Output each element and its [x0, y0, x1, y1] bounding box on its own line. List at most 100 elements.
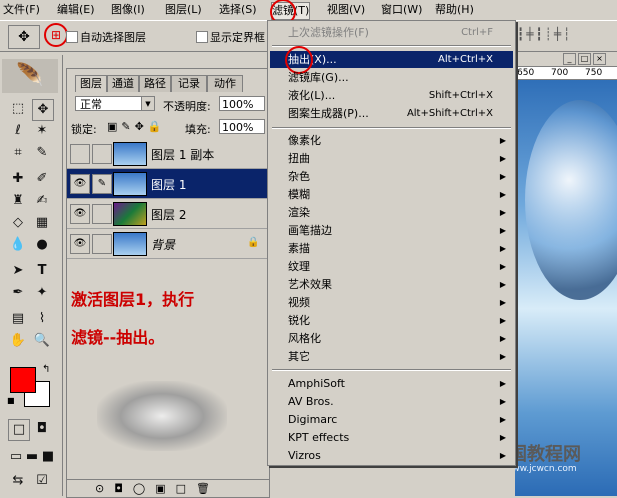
menu-item-digimarc[interactable]: Digimarc ▶	[270, 411, 513, 428]
auto-select-checkbox[interactable]	[66, 31, 78, 43]
menu-item-render[interactable]: 渲染 ▶	[270, 204, 513, 221]
menu-item-amphisoft[interactable]: AmphiSoft ▶	[270, 375, 513, 392]
layer-thumbnail	[113, 232, 147, 256]
layer-thumbnail	[113, 142, 147, 166]
layer-row-background[interactable]: 👁 背景 🔒	[67, 229, 269, 259]
annotation-line-2: 滤镜--抽出。	[71, 328, 165, 347]
ruler-label: 700	[551, 68, 569, 78]
move-tool-icon[interactable]: ✥	[32, 99, 54, 121]
fill-input[interactable]: 100%	[219, 119, 265, 134]
notes-tool-icon[interactable]: ▤	[8, 309, 28, 329]
menu-window[interactable]: 窗口(W)	[381, 2, 422, 18]
water-drop-image	[525, 100, 617, 300]
align-icons[interactable]: ┇╪┇┊╪┆	[517, 27, 613, 45]
menu-item-pattern-maker[interactable]: 图案生成器(P)... Alt+Shift+Ctrl+X	[270, 105, 513, 122]
move-tool-icon[interactable]: ✥	[8, 25, 40, 49]
jump-icon[interactable]: ☑	[32, 471, 52, 491]
menu-item-stylize[interactable]: 风格化 ▶	[270, 330, 513, 347]
brush-icon[interactable]: ✎	[92, 174, 112, 194]
menu-image[interactable]: 图像(I)	[111, 2, 145, 18]
magic-wand-icon[interactable]: ✶	[32, 121, 52, 141]
eyedropper-icon[interactable]: ⌇	[32, 309, 52, 329]
marquee-tool-icon[interactable]: ⬚	[8, 99, 28, 119]
pen-tool-icon[interactable]: ✒	[8, 283, 28, 303]
menu-bar: 文件(F) 编辑(E) 图像(I) 图层(L) 选择(S) 滤镜(T) 视图(V…	[0, 0, 617, 25]
menu-item-noise[interactable]: 杂色 ▶	[270, 168, 513, 185]
menu-item-liquify[interactable]: 液化(L)... Shift+Ctrl+X	[270, 87, 513, 104]
menu-item-video[interactable]: 视频 ▶	[270, 294, 513, 311]
layer-row-layer2[interactable]: 👁 图层 2	[67, 199, 269, 229]
layer-name: 图层 1 副本	[151, 148, 215, 162]
menu-item-artistic[interactable]: 艺术效果 ▶	[270, 276, 513, 293]
document-canvas[interactable]: _ □ × 650 700 750 中国教程网 www.jcwcn.com	[515, 52, 617, 496]
crop-tool-icon[interactable]: ⌗	[8, 143, 28, 163]
swap-colors-icon[interactable]: ↰	[42, 364, 50, 375]
chevron-down-icon[interactable]: ▼	[141, 97, 154, 110]
blur-tool-icon[interactable]: 💧	[8, 235, 28, 255]
brush-tool-icon[interactable]: ✐	[32, 169, 52, 189]
menu-item-filter-gallery[interactable]: 滤镜库(G)...	[270, 69, 513, 86]
tab-history[interactable]: 记录	[171, 75, 207, 92]
layer-row-layer1[interactable]: 👁 ✎ 图层 1	[67, 169, 269, 199]
menu-item-sketch[interactable]: 素描 ▶	[270, 240, 513, 257]
slice-tool-icon[interactable]: ✎	[32, 143, 52, 163]
default-colors-icon[interactable]: ■	[7, 396, 15, 405]
menu-item-sharpen[interactable]: 锐化 ▶	[270, 312, 513, 329]
link-toggle[interactable]	[92, 144, 112, 164]
menu-item-vizros[interactable]: Vizros ▶	[270, 447, 513, 464]
menu-select[interactable]: 选择(S)	[219, 2, 257, 18]
gradient-icon[interactable]: ▦	[32, 213, 52, 233]
maximize-icon[interactable]: □	[578, 53, 591, 65]
menu-item-distort[interactable]: 扭曲 ▶	[270, 150, 513, 167]
fill-value: 100%	[222, 121, 254, 134]
hand-tool-icon[interactable]: ✋	[8, 331, 28, 351]
menu-item-brush-strokes[interactable]: 画笔描边 ▶	[270, 222, 513, 239]
eye-icon[interactable]: 👁	[70, 204, 90, 224]
opacity-input[interactable]: 100%	[219, 96, 265, 111]
menu-layer[interactable]: 图层(L)	[165, 2, 202, 18]
minimize-icon[interactable]: _	[563, 53, 576, 65]
foreground-color-swatch[interactable]	[10, 367, 36, 393]
eye-icon[interactable]: 👁	[70, 174, 90, 194]
blend-mode-select[interactable]: 正常 ▼	[75, 96, 155, 111]
type-tool-icon[interactable]: T	[32, 261, 52, 281]
menu-item-kpt-effects[interactable]: KPT effects ▶	[270, 429, 513, 446]
tab-paths[interactable]: 路径	[139, 75, 171, 92]
dodge-tool-icon[interactable]: ●	[32, 235, 52, 255]
layer-name: 背景	[151, 238, 176, 252]
layer-thumbnail	[113, 202, 147, 226]
menu-item-other[interactable]: 其它 ▶	[270, 348, 513, 365]
visibility-toggle[interactable]	[70, 144, 90, 164]
screen-mode-3-icon[interactable]: ■	[38, 447, 58, 467]
menu-item-texture[interactable]: 纹理 ▶	[270, 258, 513, 275]
tab-channels[interactable]: 通道	[107, 75, 139, 92]
menu-item-pixelate[interactable]: 像素化 ▶	[270, 132, 513, 149]
tab-layers[interactable]: 图层	[75, 75, 107, 92]
close-icon[interactable]: ×	[593, 53, 606, 65]
menu-edit[interactable]: 编辑(E)	[57, 2, 95, 18]
menu-item-av-bros[interactable]: AV Bros. ▶	[270, 393, 513, 410]
show-bounds-checkbox[interactable]	[196, 31, 208, 43]
menu-file[interactable]: 文件(F)	[3, 2, 40, 18]
menu-help[interactable]: 帮助(H)	[435, 2, 474, 18]
zoom-tool-icon[interactable]: 🔍	[32, 331, 52, 351]
path-select-icon[interactable]: ➤	[8, 261, 28, 281]
lock-icons[interactable]: ▣✎✥🔒	[107, 120, 166, 133]
link-toggle[interactable]	[92, 234, 112, 254]
menu-item-blur[interactable]: 模糊 ▶	[270, 186, 513, 203]
quickmask-mode-icon[interactable]: ◘	[32, 419, 52, 439]
healing-brush-icon[interactable]: ✚	[8, 169, 28, 189]
shape-tool-icon[interactable]: ✦	[32, 283, 52, 303]
eraser-icon[interactable]: ◇	[8, 213, 28, 233]
clone-stamp-icon[interactable]: ♜	[8, 191, 28, 211]
link-toggle[interactable]	[92, 204, 112, 224]
tab-actions[interactable]: 动作	[207, 75, 243, 92]
menu-view[interactable]: 视图(V)	[327, 2, 365, 18]
eye-icon[interactable]: 👁	[70, 234, 90, 254]
layer-row-copy[interactable]: 图层 1 副本	[67, 139, 269, 169]
layer-actions-bar[interactable]: ⊙◘◯▣□🗑	[67, 479, 269, 497]
lasso-tool-icon[interactable]: ℓ	[8, 121, 28, 141]
history-brush-icon[interactable]: ✍	[32, 191, 52, 211]
standard-mode-icon[interactable]: □	[8, 419, 30, 441]
imageready-icon[interactable]: ⇆	[8, 471, 28, 491]
